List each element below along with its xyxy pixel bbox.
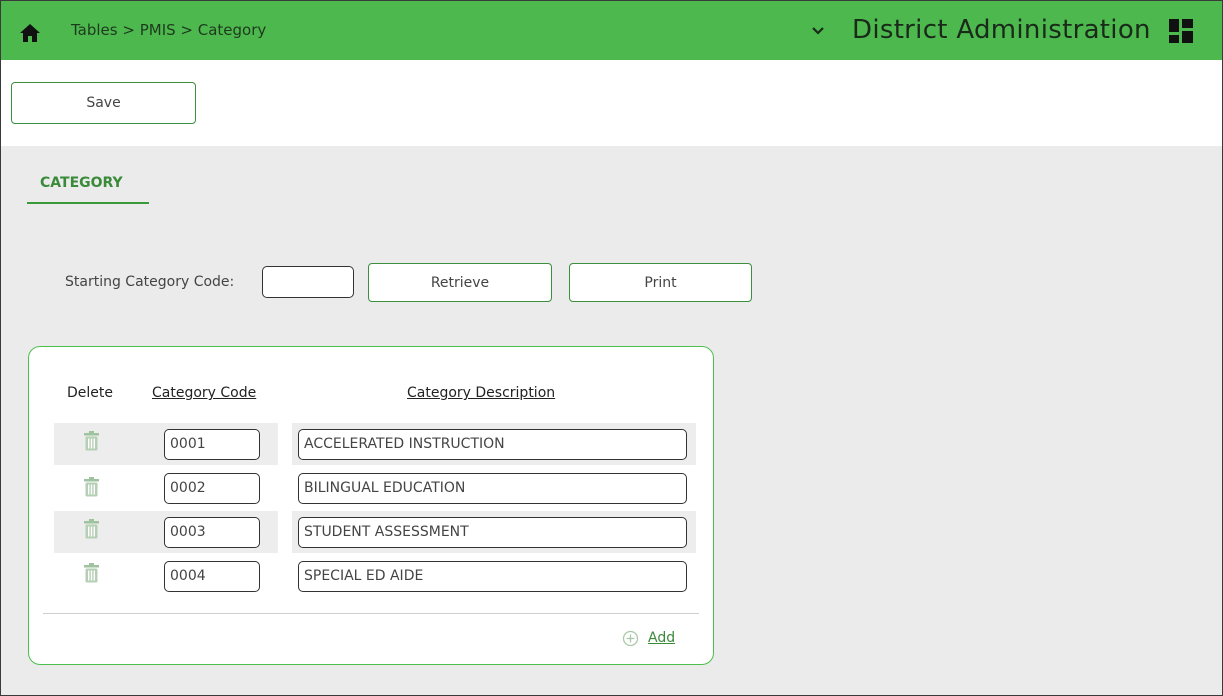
top-bar: Tables > PMIS > Category District Admini… bbox=[1, 1, 1222, 60]
add-circle-icon[interactable] bbox=[622, 630, 639, 647]
starting-category-code-label: Starting Category Code: bbox=[65, 274, 235, 290]
app-title[interactable]: District Administration bbox=[852, 15, 1151, 45]
column-header-category-code[interactable]: Category Code bbox=[152, 385, 256, 401]
grid-menu-icon[interactable] bbox=[1168, 18, 1194, 44]
category-code-input[interactable]: 0004 bbox=[164, 561, 260, 592]
trash-icon[interactable] bbox=[83, 431, 100, 451]
save-button[interactable]: Save bbox=[11, 82, 196, 124]
starting-category-code-input[interactable] bbox=[262, 266, 354, 298]
home-icon[interactable] bbox=[19, 23, 41, 43]
table-divider bbox=[43, 613, 699, 614]
tab-underline bbox=[27, 202, 149, 204]
app-window: Tables > PMIS > Category District Admini… bbox=[0, 0, 1223, 696]
category-code-input[interactable]: 0003 bbox=[164, 517, 260, 548]
category-code-input[interactable]: 0002 bbox=[164, 473, 260, 504]
toolbar: Save bbox=[1, 60, 1222, 146]
breadcrumb: Tables > PMIS > Category bbox=[71, 21, 267, 39]
print-button[interactable]: Print bbox=[569, 263, 752, 302]
trash-icon[interactable] bbox=[83, 477, 100, 497]
category-description-input[interactable]: STUDENT ASSESSMENT bbox=[298, 517, 687, 548]
category-description-input[interactable]: SPECIAL ED AIDE bbox=[298, 561, 687, 592]
category-description-input[interactable]: BILINGUAL EDUCATION bbox=[298, 473, 687, 504]
chevron-down-icon[interactable] bbox=[811, 25, 825, 37]
category-code-input[interactable]: 0001 bbox=[164, 429, 260, 460]
trash-icon[interactable] bbox=[83, 519, 100, 539]
category-table-panel bbox=[28, 346, 714, 665]
trash-icon[interactable] bbox=[83, 563, 100, 583]
retrieve-button[interactable]: Retrieve bbox=[368, 263, 552, 302]
column-header-delete: Delete bbox=[67, 385, 113, 401]
tab-category[interactable]: CATEGORY bbox=[40, 175, 123, 191]
category-description-input[interactable]: ACCELERATED INSTRUCTION bbox=[298, 429, 687, 460]
add-row-link[interactable]: Add bbox=[648, 630, 675, 646]
column-header-category-description[interactable]: Category Description bbox=[407, 385, 555, 401]
